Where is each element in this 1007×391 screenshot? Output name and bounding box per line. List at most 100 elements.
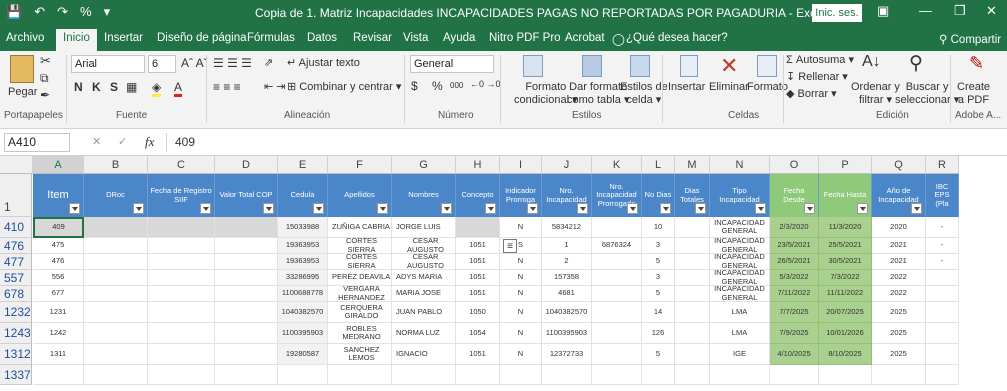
cell-apellidos[interactable]: SANCHEZ LEMOS	[328, 344, 392, 365]
cell-fecha-desde[interactable]: 2/3/2020	[770, 217, 819, 238]
column-header-fecha-desde[interactable]: O	[770, 156, 819, 174]
tell-me-search[interactable]: ¿Qué desea hacer?	[626, 32, 728, 44]
tab-ayuda[interactable]: Ayuda	[443, 32, 475, 44]
name-box[interactable]: A410	[4, 133, 70, 152]
cell-nro-incapacidad[interactable]: 1	[542, 238, 592, 254]
cell-no-dias[interactable]: 3	[642, 238, 675, 254]
tab-insertar[interactable]: Insertar	[104, 32, 143, 44]
cell-indicador-prorroga[interactable]: N	[500, 323, 542, 344]
cell-apellidos[interactable]: PEREZ DEAVILA	[328, 270, 392, 286]
cell-nombres[interactable]: CESAR AUGUSTO	[392, 238, 456, 254]
insert-function-button[interactable]: fx	[145, 134, 154, 150]
column-header-fecha-registro[interactable]: C	[148, 156, 215, 174]
font-color-icon[interactable]: A	[174, 80, 183, 97]
cell-no-dias[interactable]: 14	[642, 302, 675, 323]
filter-dropdown-icon[interactable]	[857, 203, 868, 214]
minimize-icon[interactable]: —	[919, 3, 932, 18]
column-header-tipo-incapacidad[interactable]: N	[710, 156, 770, 174]
tab-diseno-pagina[interactable]: Diseño de página	[157, 32, 247, 44]
cell-apellidos[interactable]	[328, 365, 392, 385]
cell-indicador-prorroga[interactable]: N	[500, 254, 542, 270]
cell-fecha-desde[interactable]: 23/5/2021	[770, 238, 819, 254]
column-header-dias-totales[interactable]: M	[675, 156, 710, 174]
cell-apellidos[interactable]: CORTES SIERRA	[328, 254, 392, 270]
cell-nro-incapacidad-prorrogada[interactable]: 6876324	[592, 238, 642, 254]
filter-dropdown-icon[interactable]	[69, 203, 80, 214]
cell-item[interactable]: 1242	[33, 323, 84, 344]
cell-fecha-hasta[interactable]: 20/07/2025	[819, 302, 872, 323]
cell-fecha-registro[interactable]	[148, 238, 215, 254]
smart-tag-icon[interactable]: ≡	[503, 239, 517, 253]
close-icon[interactable]: ✕	[986, 3, 997, 19]
cell-fecha-registro[interactable]	[148, 344, 215, 365]
cell-indicador-prorroga[interactable]: N	[500, 344, 542, 365]
column-header-apellidos[interactable]: F	[328, 156, 392, 174]
cell-tipo-incapacidad[interactable]: INCAPACIDAD GENERAL	[710, 238, 770, 254]
cell-ibc-eps[interactable]	[926, 302, 959, 323]
cell-anio-incapacidad[interactable]: 2022	[872, 286, 926, 302]
cell-apellidos[interactable]: VERGARA HERNANDEZ	[328, 286, 392, 302]
cell-droc[interactable]	[84, 270, 148, 286]
cell-anio-incapacidad[interactable]	[872, 365, 926, 385]
cancel-icon[interactable]: ✕	[92, 135, 101, 148]
cell-no-dias[interactable]: 126	[642, 323, 675, 344]
column-header-droc[interactable]: B	[84, 156, 148, 174]
ribbon-display-icon[interactable]: ▣	[877, 3, 889, 19]
format-table-icon[interactable]	[582, 55, 602, 77]
cell-anio-incapacidad[interactable]: 2020	[872, 217, 926, 238]
filter-dropdown-icon[interactable]	[627, 203, 638, 214]
decimal-icon[interactable]: ←0 →0	[470, 79, 501, 89]
cell-concepto[interactable]	[456, 217, 500, 238]
column-header-valor-total[interactable]: D	[215, 156, 278, 174]
cell-cedula[interactable]	[278, 365, 328, 385]
cell-dias-totales[interactable]	[675, 323, 710, 344]
tab-formulas[interactable]: Fórmulas	[247, 32, 295, 44]
cell-dias-totales[interactable]	[675, 238, 710, 254]
cell-fecha-registro[interactable]	[148, 217, 215, 238]
filter-dropdown-icon[interactable]	[485, 203, 496, 214]
filter-dropdown-icon[interactable]	[577, 203, 588, 214]
maximize-icon[interactable]: ❐	[954, 3, 966, 19]
cell-valor-total[interactable]	[215, 286, 278, 302]
cell-anio-incapacidad[interactable]: 2021	[872, 238, 926, 254]
column-header-indicador-prorroga[interactable]: I	[500, 156, 542, 174]
paste-button[interactable]: Pegar	[8, 86, 37, 98]
cell-nro-incapacidad[interactable]: 1100395903	[542, 323, 592, 344]
cell-dias-totales[interactable]	[675, 270, 710, 286]
cell-tipo-incapacidad[interactable]: LMA	[710, 302, 770, 323]
cell-concepto[interactable]: 1051	[456, 344, 500, 365]
cell-item[interactable]: 1231	[33, 302, 84, 323]
filter-dropdown-icon[interactable]	[804, 203, 815, 214]
cell-tipo-incapacidad[interactable]: INCAPACIDAD GENERAL	[710, 270, 770, 286]
cell-tipo-incapacidad[interactable]: IGE	[710, 344, 770, 365]
row-header[interactable]: 557	[0, 270, 32, 286]
cell-fecha-desde[interactable]	[770, 365, 819, 385]
filter-dropdown-icon[interactable]	[313, 203, 324, 214]
filter-dropdown-icon[interactable]	[377, 203, 388, 214]
column-header-nombres[interactable]: G	[392, 156, 456, 174]
row-header[interactable]: 1232	[0, 302, 32, 323]
column-header-nro-incapacidad[interactable]: J	[542, 156, 592, 174]
format-painter-icon[interactable]: ✒	[40, 88, 50, 102]
bold-italic-underline[interactable]: N K S	[74, 80, 121, 94]
tab-archivo[interactable]: Archivo	[6, 32, 44, 44]
currency-button[interactable]: $	[411, 79, 418, 93]
cell-fecha-hasta[interactable]: 30/5/2021	[819, 254, 872, 270]
cell-dias-totales[interactable]	[675, 286, 710, 302]
cell-concepto[interactable]: 1051	[456, 286, 500, 302]
clear-button[interactable]: ◆ Borrar ▾	[786, 87, 837, 100]
cell-fecha-hasta[interactable]: 11/11/2022	[819, 286, 872, 302]
autosum-button[interactable]: Σ Autosuma ▾	[786, 53, 854, 66]
cell-no-dias[interactable]: 3	[642, 270, 675, 286]
cell-ibc-eps[interactable]	[926, 365, 959, 385]
cell-droc[interactable]	[84, 217, 148, 238]
copy-icon[interactable]: ⧉	[40, 71, 49, 86]
delete-cells-icon[interactable]: ✕	[720, 53, 738, 79]
cell-nro-incapacidad-prorrogada[interactable]	[592, 217, 642, 238]
filter-dropdown-icon[interactable]	[263, 203, 274, 214]
cell-droc[interactable]	[84, 254, 148, 270]
cell-indicador-prorroga[interactable]: N	[500, 302, 542, 323]
cell-fecha-hasta[interactable]: 11/3/2020	[819, 217, 872, 238]
conditional-format-icon[interactable]	[523, 55, 543, 77]
find-icon[interactable]: ⚲	[909, 52, 923, 75]
